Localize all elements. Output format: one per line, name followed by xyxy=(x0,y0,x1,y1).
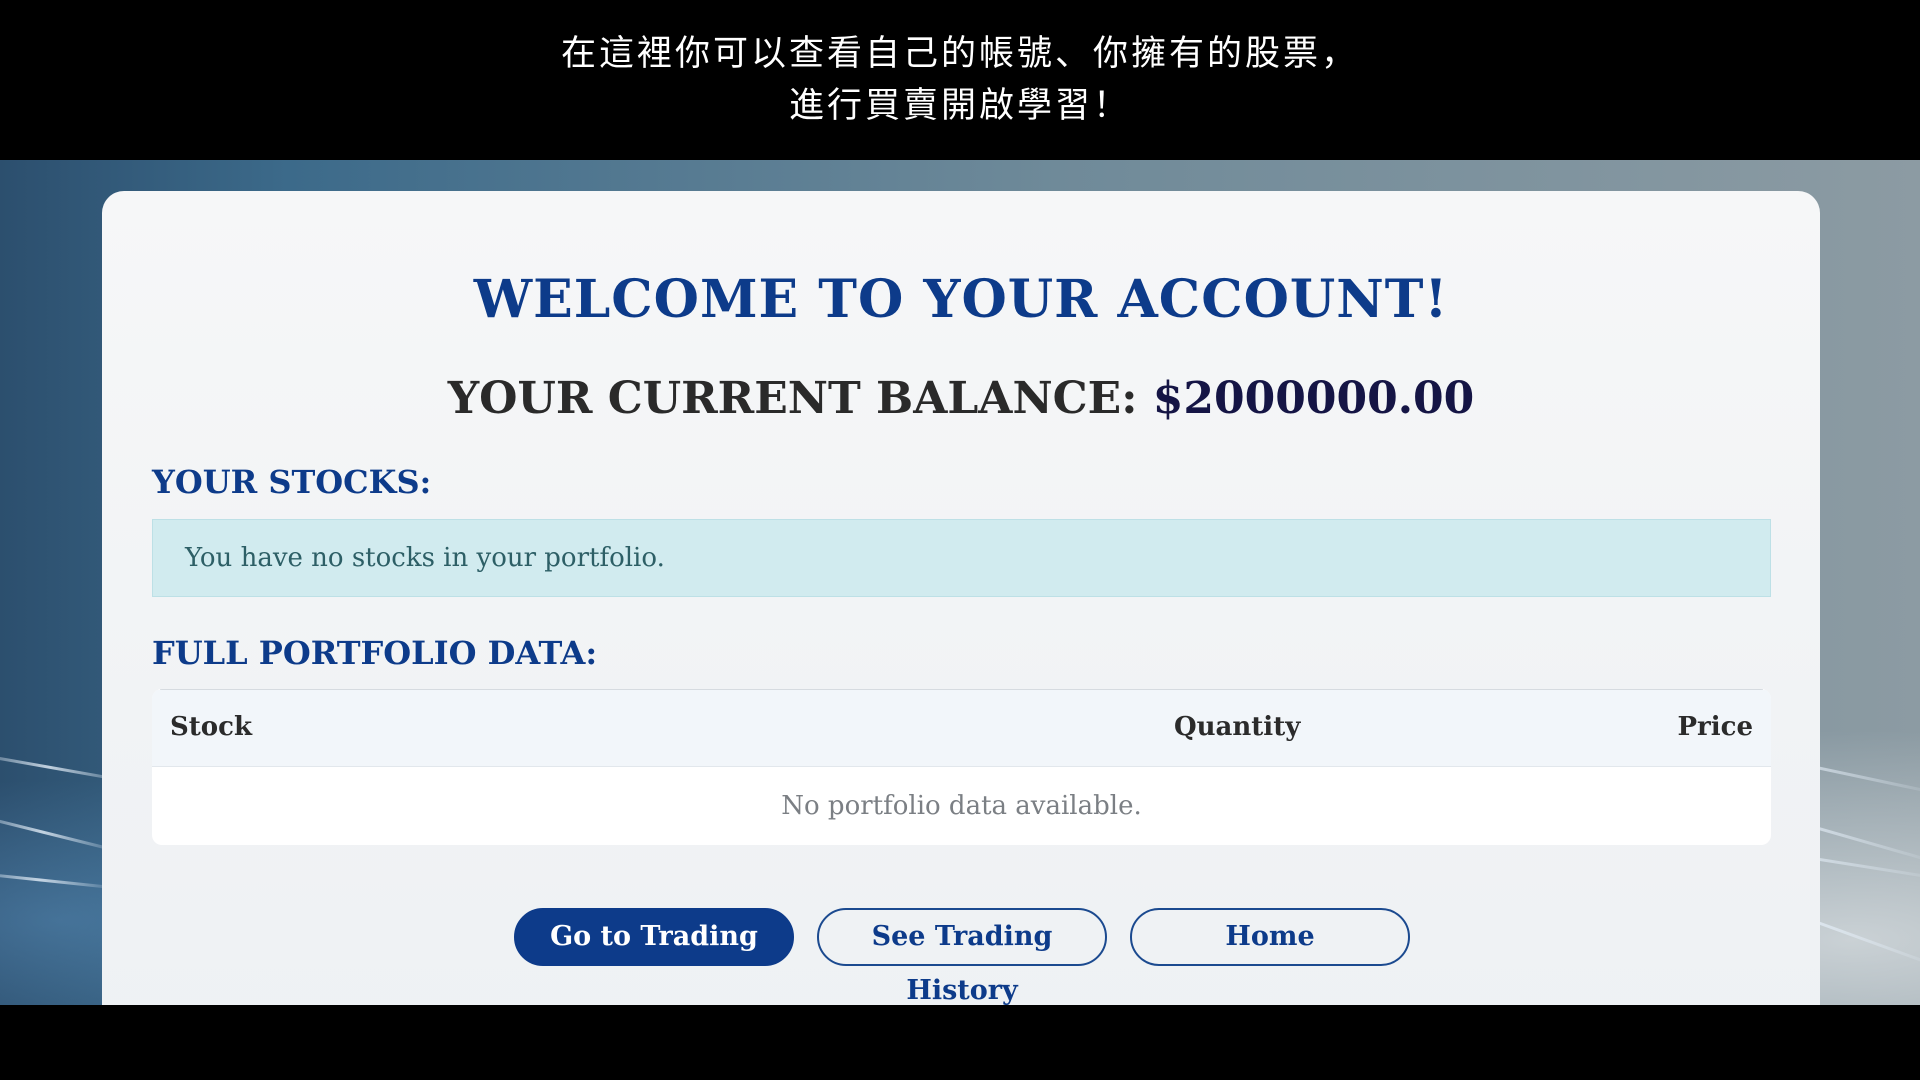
caption-line-2: 進行買賣開啟學習！ xyxy=(788,86,1131,126)
column-header-price: Price xyxy=(1677,712,1754,742)
balance-amount: $2000000.00 xyxy=(1152,373,1475,424)
balance-label: YOUR CURRENT BALANCE: xyxy=(447,373,1138,424)
page-title: WELCOME TO YOUR ACCOUNT! xyxy=(473,269,1449,330)
column-header-quantity: Quantity xyxy=(1174,712,1301,742)
caption-line-1: 在這裡你可以查看自己的帳號、你擁有的股票， xyxy=(560,34,1359,74)
portfolio-section-title: FULL PORTFOLIO DATA: xyxy=(152,634,598,672)
portfolio-table: Stock Quantity Price No portfolio data a… xyxy=(152,689,1771,845)
home-button[interactable]: Home xyxy=(1130,908,1410,966)
table-empty-row: No portfolio data available. xyxy=(781,791,1142,821)
stocks-section-title: YOUR STOCKS: xyxy=(152,463,432,501)
column-header-stock: Stock xyxy=(170,712,252,742)
account-card: WELCOME TO YOUR ACCOUNT! YOUR CURRENT BA… xyxy=(102,191,1820,1051)
see-trading-history-button[interactable]: See Trading History xyxy=(817,908,1107,1006)
go-to-trading-button[interactable]: Go to Trading xyxy=(514,908,794,966)
balance-line: YOUR CURRENT BALANCE: $2000000.00 xyxy=(102,373,1820,424)
table-header: Stock Quantity Price xyxy=(152,690,1771,767)
no-stocks-alert: You have no stocks in your portfolio. xyxy=(152,519,1771,597)
bottom-letterbox xyxy=(0,1005,1920,1080)
video-caption: 在這裡你可以查看自己的帳號、你擁有的股票， 進行買賣開啟學習！ xyxy=(0,0,1920,160)
